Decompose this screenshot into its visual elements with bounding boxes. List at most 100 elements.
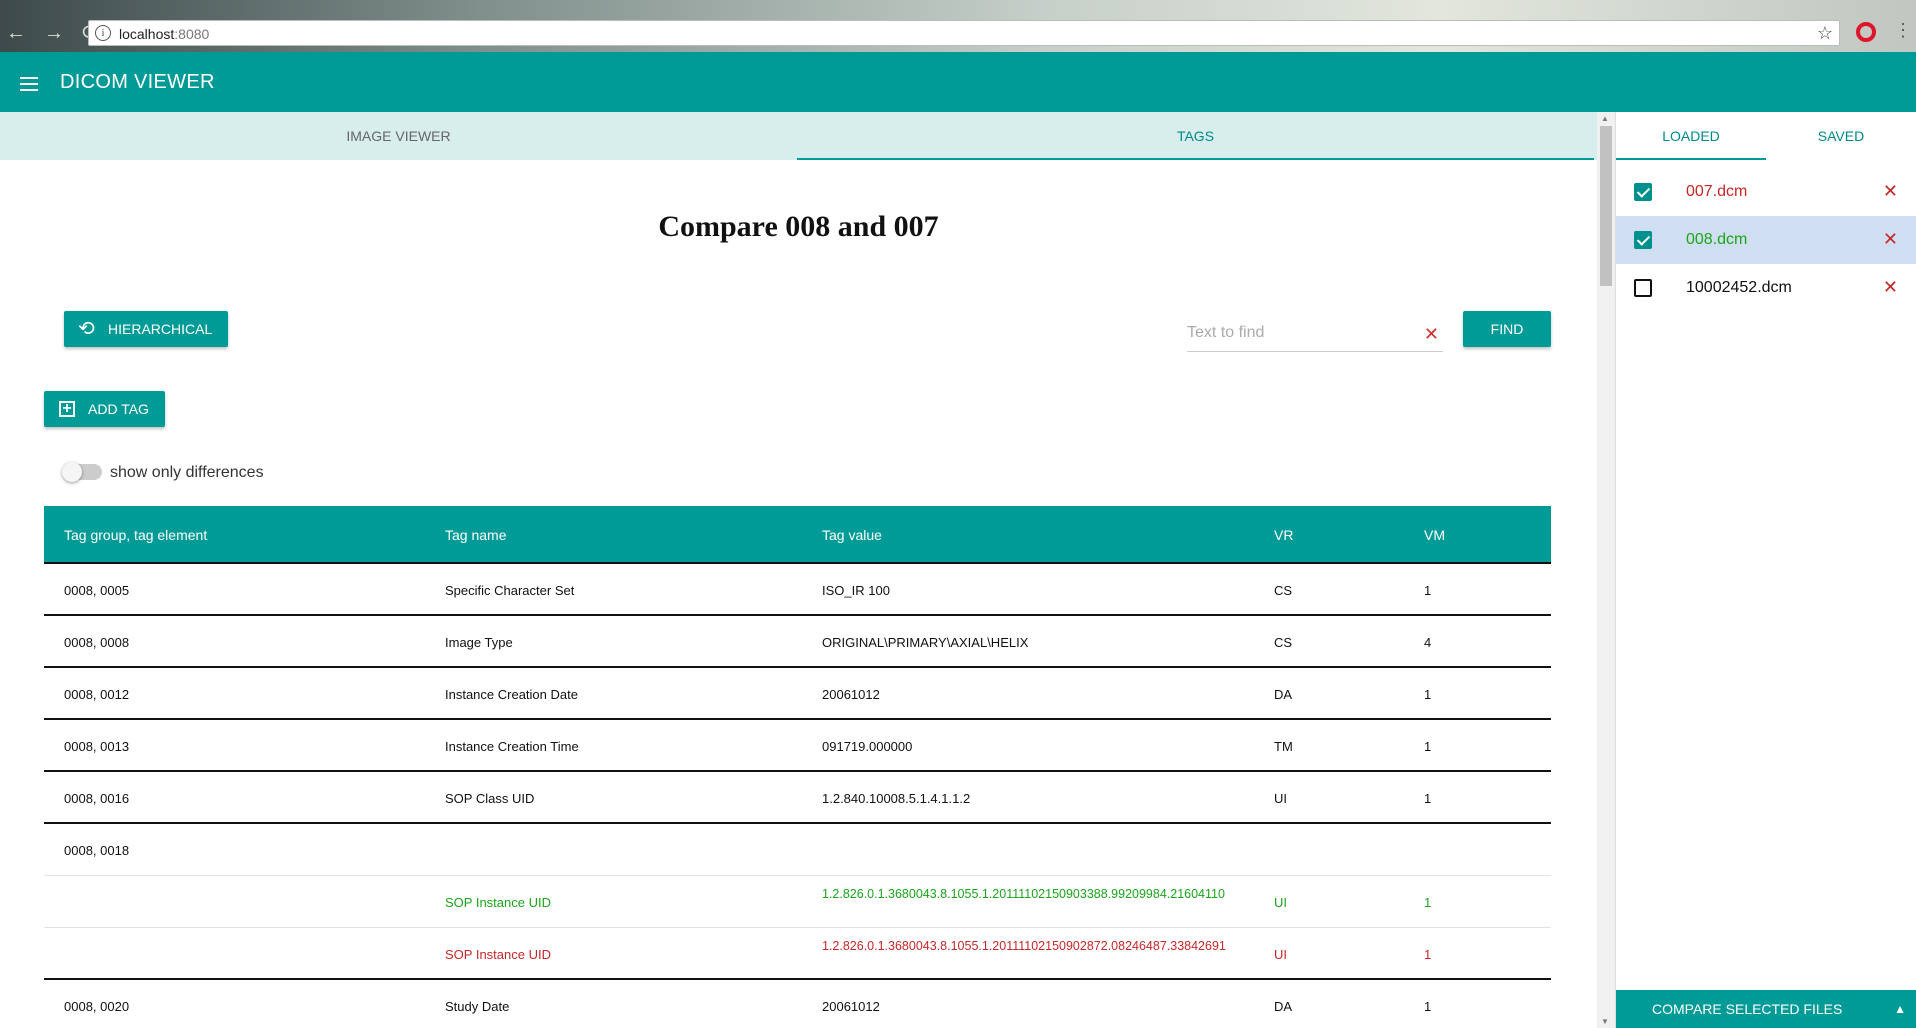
- hierarchical-label: HIERARCHICAL: [108, 321, 213, 337]
- clear-search-icon[interactable]: ✕: [1424, 324, 1439, 345]
- url-port: :8080: [174, 26, 210, 42]
- tab-tags[interactable]: TAGS: [797, 112, 1594, 160]
- main-scrollbar[interactable]: ▲ ▼: [1597, 112, 1615, 1028]
- file-checkbox[interactable]: [1634, 183, 1652, 201]
- app-title: DICOM VIEWER: [60, 71, 215, 93]
- cell-vr: UI: [1274, 895, 1287, 910]
- table-row[interactable]: 0008, 0005 Specific Character Set ISO_IR…: [44, 564, 1551, 616]
- add-tag-button[interactable]: + ADD TAG: [44, 391, 165, 427]
- cell-value: 091719.000000: [822, 739, 913, 754]
- tab-image-viewer[interactable]: IMAGE VIEWER: [0, 112, 797, 160]
- cell-tag: 0008, 0016: [64, 791, 130, 806]
- table-row[interactable]: 0008, 0016 SOP Class UID 1.2.840.10008.5…: [44, 772, 1551, 824]
- compare-label: COMPARE SELECTED FILES: [1652, 1001, 1843, 1017]
- cell-vm: 1: [1424, 947, 1432, 962]
- sync-icon: ⟲: [78, 318, 95, 340]
- search-input[interactable]: [1187, 318, 1407, 342]
- app-bar: DICOM VIEWER: [0, 52, 1916, 112]
- toggle-knob: [62, 462, 82, 482]
- cell-name: Study Date: [445, 999, 510, 1014]
- differences-toggle-label: show only differences: [110, 464, 264, 481]
- table-row[interactable]: 0008, 0008 Image Type ORIGINAL\PRIMARY\A…: [44, 616, 1551, 668]
- file-checkbox[interactable]: [1634, 279, 1652, 297]
- side-tabs: LOADED SAVED: [1616, 112, 1916, 160]
- page-title: Compare 008 and 007: [658, 210, 939, 243]
- menu-icon[interactable]: [20, 77, 38, 91]
- scrollbar-thumb[interactable]: [1600, 126, 1612, 286]
- cell-value: ISO_IR 100: [822, 583, 890, 598]
- table-row-diff-old[interactable]: SOP Instance UID 1.2.826.0.1.3680043.8.1…: [44, 928, 1551, 980]
- remove-file-icon[interactable]: ✕: [1883, 229, 1898, 250]
- main-tabs: IMAGE VIEWER TAGS: [0, 112, 1597, 160]
- cell-vm: 1: [1424, 791, 1432, 806]
- file-name: 007.dcm: [1686, 183, 1748, 200]
- hierarchical-button[interactable]: ⟲ HIERARCHICAL: [64, 311, 228, 347]
- url-host: localhost: [119, 26, 175, 42]
- cell-value: 1.2.840.10008.5.1.4.1.1.2: [822, 791, 971, 806]
- file-name: 10002452.dcm: [1686, 279, 1792, 296]
- file-item[interactable]: 007.dcm ✕: [1616, 168, 1916, 216]
- cell-value: ORIGINAL\PRIMARY\AXIAL\HELIX: [822, 635, 1029, 650]
- cell-value: 20061012: [822, 999, 880, 1014]
- header-tag[interactable]: Tag group, tag element: [64, 527, 207, 543]
- cell-tag: 0008, 0020: [64, 999, 130, 1014]
- opera-icon[interactable]: [1856, 22, 1876, 42]
- cell-vr: TM: [1274, 739, 1293, 754]
- table-row-group[interactable]: 0008, 0018: [44, 824, 1551, 876]
- cell-value: 20061012: [822, 687, 880, 702]
- cell-name: Instance Creation Time: [445, 739, 579, 754]
- cell-name: Image Type: [445, 635, 513, 650]
- tags-table: Tag group, tag element Tag name Tag valu…: [44, 506, 1551, 1028]
- cell-tag: 0008, 0018: [64, 843, 130, 858]
- url-text[interactable]: localhost:8080: [119, 26, 209, 42]
- cell-vm: 1: [1424, 895, 1432, 910]
- table-row[interactable]: 0008, 0013 Instance Creation Time 091719…: [44, 720, 1551, 772]
- header-vr[interactable]: VR: [1274, 527, 1293, 543]
- header-name[interactable]: Tag name: [445, 527, 506, 543]
- scroll-down-icon[interactable]: ▼: [1601, 1017, 1609, 1026]
- caret-up-icon[interactable]: ▲: [1894, 990, 1906, 1028]
- cell-vr: CS: [1274, 635, 1293, 650]
- find-button[interactable]: FIND: [1463, 311, 1551, 347]
- search-field: ✕: [1187, 318, 1443, 352]
- cell-name: SOP Instance UID: [445, 895, 551, 910]
- cell-name: Specific Character Set: [445, 583, 575, 598]
- address-bar[interactable]: i localhost:8080 ☆: [88, 20, 1840, 46]
- file-item[interactable]: 008.dcm ✕: [1616, 216, 1916, 264]
- header-value[interactable]: Tag value: [822, 527, 882, 543]
- cell-name: Instance Creation Date: [445, 687, 578, 702]
- file-item[interactable]: 10002452.dcm ✕: [1616, 264, 1916, 312]
- table-row[interactable]: 0008, 0012 Instance Creation Date 200610…: [44, 668, 1551, 720]
- compare-selected-files-button[interactable]: COMPARE SELECTED FILES ▲: [1616, 990, 1916, 1028]
- info-icon[interactable]: i: [95, 25, 111, 41]
- cell-vm: 1: [1424, 999, 1432, 1014]
- cell-vm: 1: [1424, 739, 1432, 754]
- browser-menu-icon[interactable]: ⋮: [1894, 20, 1912, 41]
- cell-tag: 0008, 0013: [64, 739, 130, 754]
- cell-vr: CS: [1274, 583, 1293, 598]
- tab-saved[interactable]: SAVED: [1766, 112, 1916, 160]
- table-header: Tag group, tag element Tag name Tag valu…: [44, 506, 1551, 564]
- back-icon[interactable]: ←: [6, 22, 26, 44]
- cell-vr: UI: [1274, 947, 1287, 962]
- cell-vm: 4: [1424, 635, 1432, 650]
- header-vm[interactable]: VM: [1424, 527, 1445, 543]
- forward-icon[interactable]: →: [44, 22, 64, 44]
- file-checkbox[interactable]: [1634, 231, 1652, 249]
- cell-vr: DA: [1274, 999, 1293, 1014]
- scroll-up-icon[interactable]: ▲: [1601, 114, 1609, 123]
- tab-loaded[interactable]: LOADED: [1616, 112, 1766, 160]
- cell-value: 1.2.826.0.1.3680043.8.1055.1.20111102150…: [822, 939, 1226, 953]
- cell-tag: 0008, 0008: [64, 635, 130, 650]
- cell-name: SOP Instance UID: [445, 947, 551, 962]
- cell-value: 1.2.826.0.1.3680043.8.1055.1.20111102150…: [822, 887, 1225, 901]
- add-tag-label: ADD TAG: [88, 401, 149, 417]
- table-row-diff-new[interactable]: SOP Instance UID 1.2.826.0.1.3680043.8.1…: [44, 876, 1551, 928]
- remove-file-icon[interactable]: ✕: [1883, 181, 1898, 202]
- remove-file-icon[interactable]: ✕: [1883, 277, 1898, 298]
- bookmark-star-icon[interactable]: ☆: [1817, 23, 1833, 44]
- cell-vm: 1: [1424, 687, 1432, 702]
- table-row[interactable]: 0008, 0020 Study Date 20061012 DA 1: [44, 980, 1551, 1028]
- file-name: 008.dcm: [1686, 231, 1748, 248]
- differences-toggle[interactable]: [62, 462, 102, 482]
